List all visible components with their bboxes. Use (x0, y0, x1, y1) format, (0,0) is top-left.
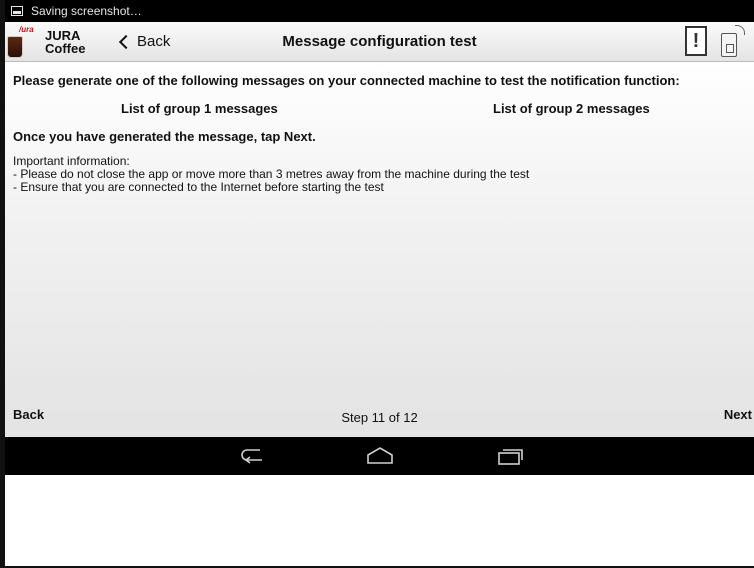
status-text: Saving screenshot… (31, 4, 142, 18)
coffee-machine-icon (721, 33, 737, 57)
empty-area (5, 475, 754, 566)
recent-apps-icon[interactable] (495, 445, 525, 467)
header-back-label: Back (137, 33, 171, 50)
instruction-text: Please generate one of the following mes… (13, 73, 680, 88)
chevron-left-icon (118, 34, 134, 49)
app-name-line1: JURA (45, 27, 81, 43)
warning-icon: ! (692, 29, 700, 52)
jura-wordmark-icon: /ura (19, 24, 34, 34)
warning-button[interactable]: ! (685, 26, 707, 56)
app-header: /ura JURA Coffee Back Message configurat… (5, 22, 754, 62)
important-info: Important information: - Please do not c… (13, 155, 529, 194)
group1-messages-link[interactable]: List of group 1 messages (121, 101, 278, 116)
info-line: - Ensure that you are connected to the I… (13, 180, 384, 194)
screenshot-icon (11, 6, 23, 16)
group2-messages-link[interactable]: List of group 2 messages (493, 101, 650, 116)
app-name: JURA Coffee (45, 29, 117, 55)
main-content: Please generate one of the following mes… (5, 63, 754, 437)
jura-logo-icon: /ura (5, 22, 45, 62)
generated-note: Once you have generated the message, tap… (13, 129, 316, 144)
header-back-button[interactable]: Back (117, 33, 227, 50)
app-name-line2: Coffee (45, 40, 86, 56)
step-indicator: Step 11 of 12 (341, 410, 418, 425)
system-nav-bar (5, 437, 754, 475)
coffee-machine-button[interactable] (718, 25, 746, 59)
back-nav-icon[interactable] (238, 445, 268, 467)
coffee-cup-icon (7, 35, 23, 58)
status-bar: Saving screenshot… (5, 0, 754, 22)
home-nav-icon[interactable] (365, 445, 395, 467)
next-button[interactable]: Next (724, 407, 752, 422)
